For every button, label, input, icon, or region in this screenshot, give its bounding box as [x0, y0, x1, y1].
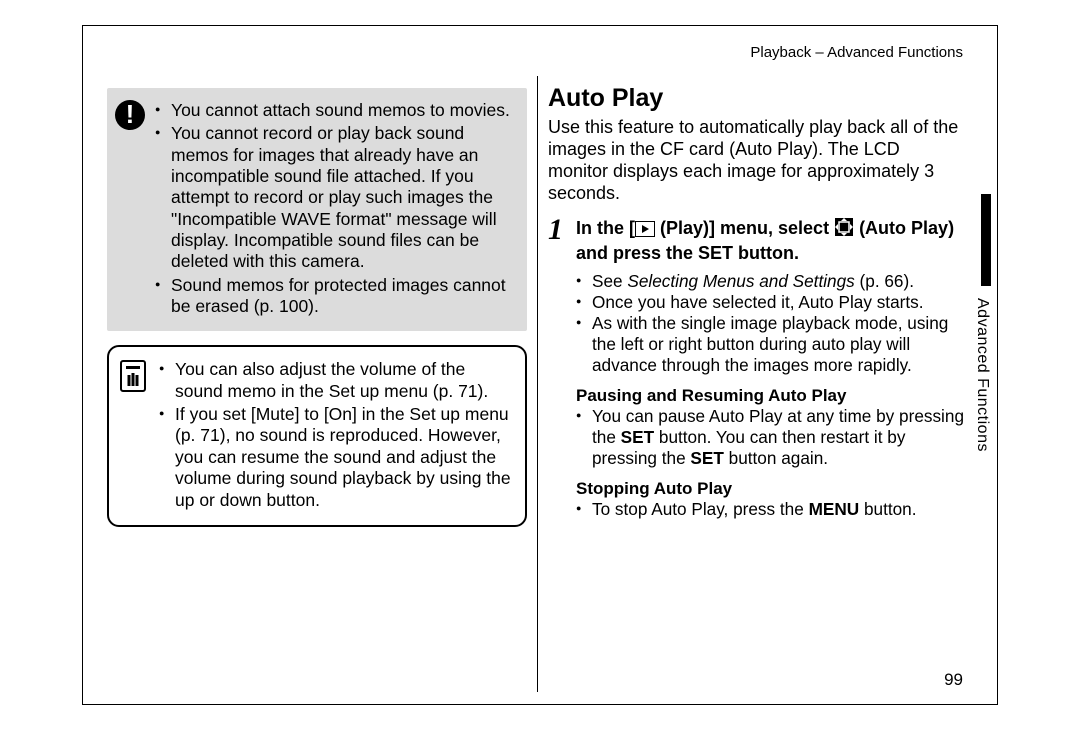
intro-text: Use this feature to automatically play b…: [548, 117, 964, 205]
text: button.: [859, 499, 916, 519]
subheading-stop: Stopping Auto Play: [576, 479, 964, 499]
list-item: Sound memos for protected images cannot …: [155, 275, 515, 318]
step-1: 1 In the [ (Play)] menu, select (Auto Pl…: [548, 217, 964, 265]
stop-bullets: To stop Auto Play, press the MENU button…: [576, 499, 964, 520]
button-ref: SET: [621, 427, 654, 447]
reference-italic: Selecting Menus and Settings: [627, 271, 854, 291]
note-box: You can also adjust the volume of the so…: [107, 345, 527, 526]
step-text-pre: In the [: [576, 218, 635, 238]
page-header: Playback – Advanced Functions: [750, 44, 963, 61]
side-tab-label: Advanced Functions: [973, 298, 991, 452]
step-bullets: See Selecting Menus and Settings (p. 66)…: [576, 271, 964, 376]
text: button again.: [724, 448, 828, 468]
right-column: Auto Play Use this feature to automatica…: [548, 84, 964, 530]
text: See: [592, 271, 627, 291]
step-number: 1: [548, 211, 563, 249]
list-item: You cannot record or play back sound mem…: [155, 123, 515, 272]
button-ref: SET: [690, 448, 723, 468]
warning-list: You cannot attach sound memos to movies.…: [155, 100, 515, 317]
page-number: 99: [944, 670, 963, 690]
text: To stop Auto Play, press the: [592, 499, 809, 519]
list-item: You can pause Auto Play at any time by p…: [576, 406, 964, 469]
list-item: To stop Auto Play, press the MENU button…: [576, 499, 964, 520]
pause-bullets: You can pause Auto Play at any time by p…: [576, 406, 964, 469]
text: (p. 66).: [855, 271, 914, 291]
autoplay-icon: [834, 217, 854, 243]
section-heading: Auto Play: [548, 84, 964, 113]
warning-box: ! You cannot attach sound memos to movie…: [107, 88, 527, 331]
play-menu-icon: [635, 220, 655, 243]
list-item: If you set [Mute] to [On] in the Set up …: [159, 404, 513, 511]
left-column: ! You cannot attach sound memos to movie…: [107, 88, 527, 527]
list-item: You can also adjust the volume of the so…: [159, 359, 513, 402]
subheading-pause: Pausing and Resuming Auto Play: [576, 386, 964, 406]
side-tab-marker: [981, 194, 991, 286]
list-item: You cannot attach sound memos to movies.: [155, 100, 515, 121]
list-item: See Selecting Menus and Settings (p. 66)…: [576, 271, 964, 292]
warning-icon: !: [115, 100, 145, 130]
step-text-mid: (Play)] menu, select: [655, 218, 834, 238]
page-frame: Playback – Advanced Functions 99 Advance…: [82, 25, 998, 705]
note-icon: [119, 359, 147, 398]
column-divider: [537, 76, 538, 692]
list-item: As with the single image playback mode, …: [576, 313, 964, 376]
button-ref: MENU: [809, 499, 860, 519]
list-item: Once you have selected it, Auto Play sta…: [576, 292, 964, 313]
side-tab: Advanced Functions: [969, 194, 991, 504]
note-list: You can also adjust the volume of the so…: [159, 359, 513, 510]
